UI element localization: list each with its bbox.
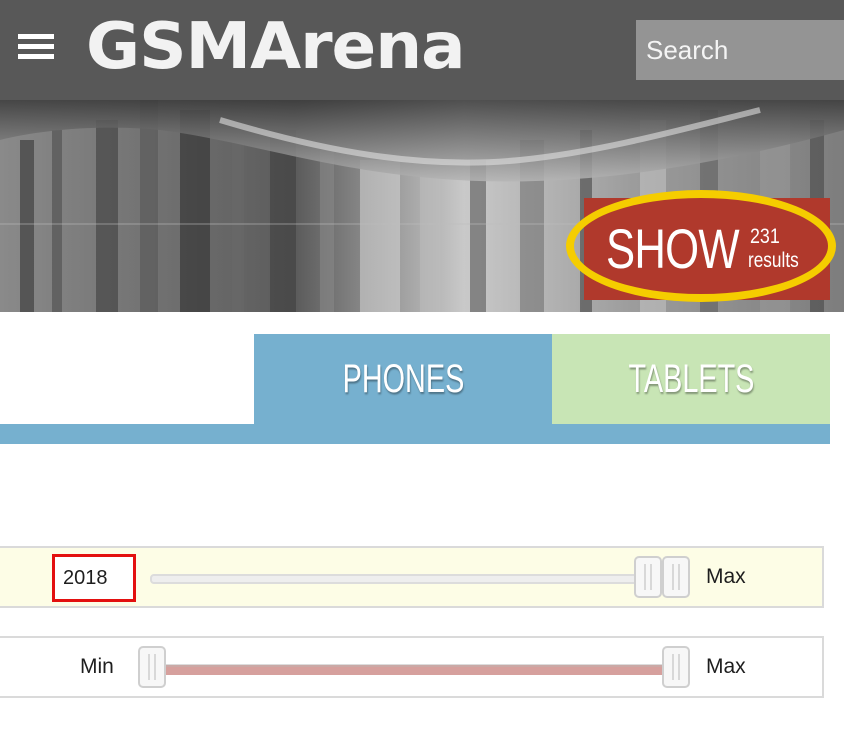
range-slider-fill bbox=[160, 665, 670, 675]
tab-phones[interactable]: PHONES bbox=[254, 334, 552, 424]
tab-tablets[interactable]: TABLETS bbox=[552, 334, 830, 424]
year-min-value-field[interactable]: 2018 bbox=[52, 554, 136, 602]
tab-tablets-label: TABLETS bbox=[628, 357, 754, 401]
tab-phones-label: PHONES bbox=[342, 357, 464, 401]
range-slider-handle-min[interactable] bbox=[138, 646, 166, 688]
device-type-tabs: PHONES TABLETS bbox=[0, 334, 830, 424]
search-box[interactable] bbox=[636, 20, 844, 80]
tab-underline-bar bbox=[0, 424, 830, 444]
year-max-label: Max bbox=[706, 565, 746, 588]
results-count: 231 bbox=[750, 225, 780, 248]
year-slider-track[interactable] bbox=[150, 574, 684, 584]
range-filter-row: Min Max bbox=[0, 636, 824, 698]
range-slider-handle-max[interactable] bbox=[662, 646, 690, 688]
show-results-button[interactable]: SHOW 231 results bbox=[584, 198, 830, 300]
year-filter-row: 2018 Max bbox=[0, 546, 824, 608]
results-unit-label: results bbox=[748, 249, 799, 272]
range-min-label: Min bbox=[80, 655, 114, 678]
hamburger-menu-icon[interactable] bbox=[18, 34, 54, 60]
range-max-label: Max bbox=[706, 655, 746, 678]
show-button-label: SHOW bbox=[606, 217, 740, 280]
year-slider-handle-max[interactable] bbox=[662, 556, 690, 598]
page: GSMArena Search SHOW 231 results PHONES … bbox=[0, 0, 844, 730]
top-header: GSMArena bbox=[0, 0, 844, 100]
search-input[interactable] bbox=[636, 20, 844, 80]
site-logo[interactable]: GSMArena bbox=[86, 2, 466, 92]
year-slider-handle-min[interactable] bbox=[634, 556, 662, 598]
